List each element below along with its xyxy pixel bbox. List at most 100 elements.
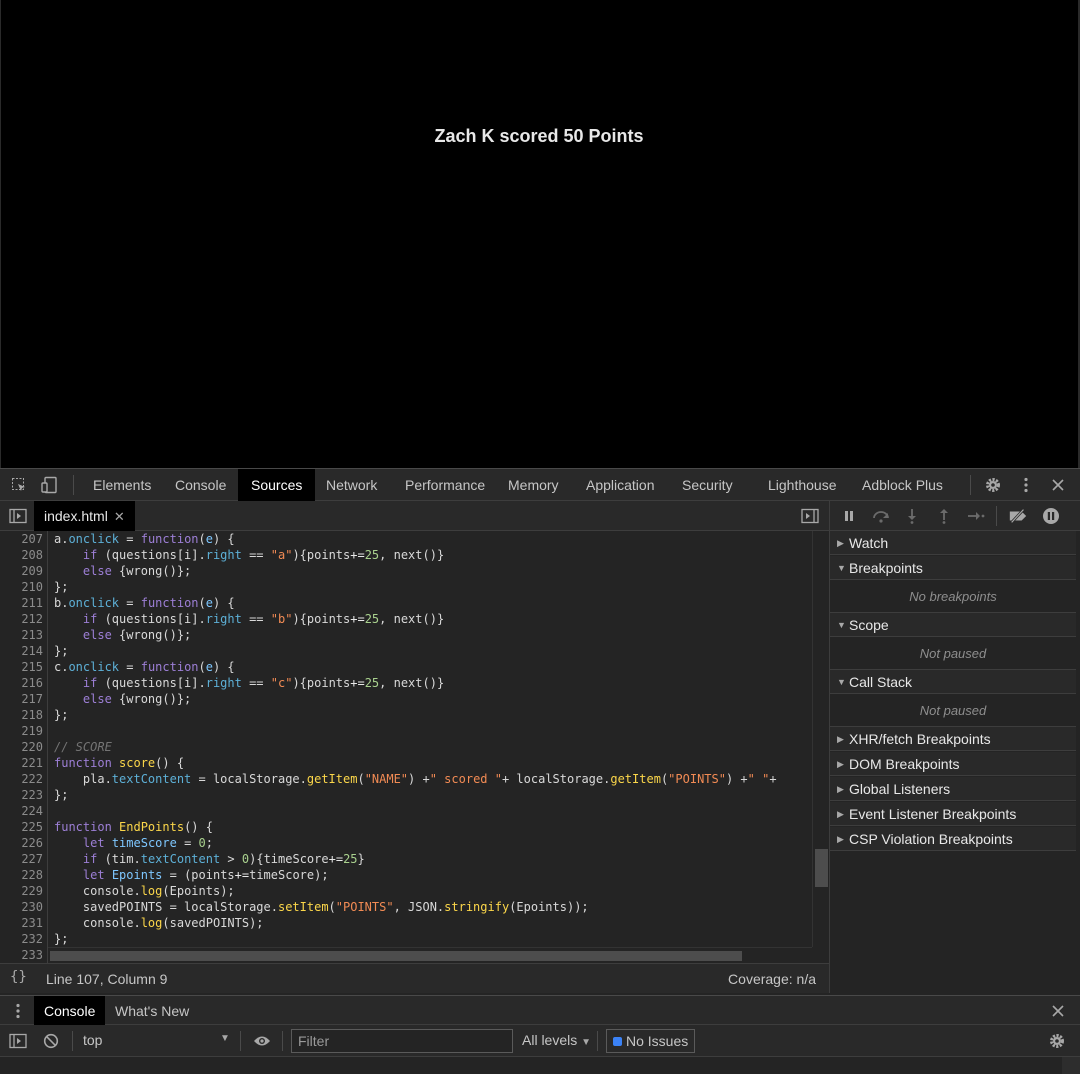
close-tab-icon[interactable]: ✕: [114, 509, 125, 524]
code-token: ) {: [212, 660, 235, 674]
code-token: (tim.: [97, 852, 141, 866]
line-number[interactable]: 226: [0, 835, 43, 851]
log-levels-dropdown[interactable]: All levels ▼: [522, 1032, 591, 1048]
line-number[interactable]: 212: [0, 611, 43, 627]
device-toggle-icon[interactable]: [40, 475, 60, 495]
line-number[interactable]: 229: [0, 883, 43, 899]
code-token: 0: [198, 836, 206, 850]
line-number[interactable]: 214: [0, 643, 43, 659]
line-number[interactable]: 231: [0, 915, 43, 931]
pane-event-listener-breakpoints[interactable]: ▶ Event Listener Breakpoints: [830, 802, 1076, 826]
toggle-navigator-icon[interactable]: [8, 506, 28, 526]
file-tab-index-html[interactable]: index.html ✕: [34, 501, 135, 531]
pause-on-exceptions-icon[interactable]: [1041, 506, 1061, 526]
console-scrollbar[interactable]: [1062, 1057, 1080, 1074]
line-number[interactable]: 219: [0, 723, 43, 739]
tab-performance[interactable]: Performance: [392, 469, 498, 501]
code-token: = localStorage.: [191, 772, 307, 786]
console-sidebar-toggle-icon[interactable]: [8, 1031, 28, 1051]
line-number-gutter[interactable]: 207 208 209 210 211 212 213 214 215 216 217 218 219 2…: [0, 531, 48, 963]
deactivate-breakpoints-icon[interactable]: [1008, 506, 1028, 526]
console-filter-input[interactable]: [291, 1029, 513, 1053]
drawer-menu-icon[interactable]: [8, 1001, 28, 1021]
line-number[interactable]: 220: [0, 739, 43, 755]
pane-scope[interactable]: ▼ Scope: [830, 613, 1076, 637]
step-out-icon[interactable]: [934, 506, 954, 526]
step-over-icon[interactable]: [871, 506, 891, 526]
code-line: };: [54, 707, 68, 723]
line-number[interactable]: 233: [0, 947, 43, 963]
tab-security[interactable]: Security: [669, 469, 746, 501]
pane-call-stack[interactable]: ▼ Call Stack: [830, 670, 1076, 694]
horizontal-scrollbar[interactable]: [48, 947, 812, 963]
console-settings-icon[interactable]: [1047, 1031, 1067, 1051]
line-number[interactable]: 215: [0, 659, 43, 675]
pretty-print-button[interactable]: {}: [10, 969, 27, 985]
pane-title: Scope: [849, 617, 889, 633]
line-number[interactable]: 209: [0, 563, 43, 579]
line-number[interactable]: 222: [0, 771, 43, 787]
line-number[interactable]: 224: [0, 803, 43, 819]
drawer-tab-what-s-new[interactable]: What's New: [105, 996, 199, 1026]
issues-button[interactable]: No Issues: [606, 1029, 696, 1053]
drawer-tab-console[interactable]: Console: [34, 996, 106, 1026]
toggle-debugger-icon[interactable]: [800, 506, 820, 526]
pane-global-listeners[interactable]: ▶ Global Listeners: [830, 777, 1076, 801]
code-line: // SCORE: [54, 739, 112, 755]
tab-lighthouse[interactable]: Lighthouse: [755, 469, 850, 501]
line-number[interactable]: 208: [0, 547, 43, 563]
dropdown-arrow-icon[interactable]: ▼: [220, 1033, 230, 1044]
pane-watch[interactable]: ▶ Watch: [830, 531, 1076, 555]
code-token: () {: [184, 820, 213, 834]
vertical-scroll-thumb[interactable]: [815, 849, 828, 887]
line-number[interactable]: 232: [0, 931, 43, 947]
line-number[interactable]: 223: [0, 787, 43, 803]
line-number[interactable]: 228: [0, 867, 43, 883]
pane-xhr-fetch-breakpoints[interactable]: ▶ XHR/fetch Breakpoints: [830, 727, 1076, 751]
line-number[interactable]: 216: [0, 675, 43, 691]
pane-dom-breakpoints[interactable]: ▶ DOM Breakpoints: [830, 752, 1076, 776]
inspect-icon[interactable]: [9, 475, 29, 495]
clear-console-icon[interactable]: [41, 1031, 61, 1051]
line-number[interactable]: 221: [0, 755, 43, 771]
coverage-status[interactable]: Coverage: n/a: [728, 971, 816, 987]
line-number[interactable]: 227: [0, 851, 43, 867]
line-number[interactable]: 217: [0, 691, 43, 707]
line-number[interactable]: 210: [0, 579, 43, 595]
tab-adblock-plus[interactable]: Adblock Plus: [849, 469, 956, 501]
close-drawer-icon[interactable]: [1048, 1001, 1068, 1021]
tab-elements[interactable]: Elements: [80, 469, 164, 501]
code-token: +=: [350, 676, 365, 690]
line-number[interactable]: 211: [0, 595, 43, 611]
line-number[interactable]: 230: [0, 899, 43, 915]
code-token: function: [140, 596, 199, 610]
tab-application[interactable]: Application: [573, 469, 668, 501]
line-number[interactable]: 218: [0, 707, 43, 723]
pane-title: Watch: [849, 535, 889, 551]
code-line: pla.textContent = localStorage.getItem("…: [54, 771, 777, 787]
code-editor[interactable]: 207 208 209 210 211 212 213 214 215 216 217 218 219 2…: [0, 531, 829, 963]
live-expression-eye-icon[interactable]: [252, 1031, 272, 1051]
execution-context-select[interactable]: top: [83, 1032, 102, 1048]
pause-icon[interactable]: [839, 506, 859, 526]
settings-icon[interactable]: [983, 475, 1003, 495]
close-icon[interactable]: [1048, 475, 1068, 495]
more-options-icon[interactable]: [1016, 475, 1036, 495]
tab-memory[interactable]: Memory: [495, 469, 572, 501]
editor-tab-bar: index.html ✕: [0, 501, 829, 531]
line-number[interactable]: 213: [0, 627, 43, 643]
pane-csp-violation-breakpoints[interactable]: ▶ CSP Violation Breakpoints: [830, 827, 1076, 851]
code-token: ==: [241, 676, 271, 690]
tab-network[interactable]: Network: [313, 469, 390, 501]
line-number[interactable]: 207: [0, 531, 43, 547]
horizontal-scroll-thumb[interactable]: [50, 951, 742, 961]
pane-breakpoints[interactable]: ▼ Breakpoints: [830, 556, 1076, 580]
vertical-scrollbar[interactable]: [812, 531, 829, 947]
tab-sources[interactable]: Sources: [238, 469, 316, 501]
step-icon[interactable]: [966, 506, 986, 526]
line-number[interactable]: 225: [0, 819, 43, 835]
tab-console[interactable]: Console: [162, 469, 239, 501]
console-output[interactable]: [0, 1057, 1080, 1074]
step-into-icon[interactable]: [902, 506, 922, 526]
